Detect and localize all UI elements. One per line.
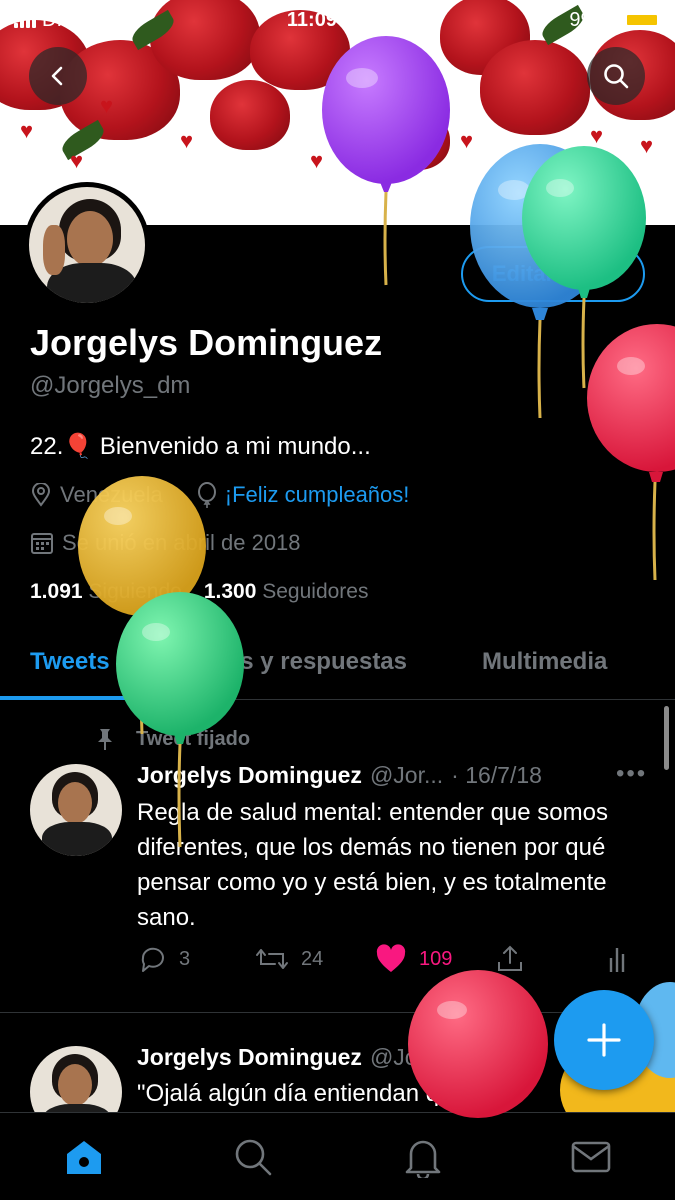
tweet-author-handle: @Jor...: [369, 1044, 444, 1070]
profile-handle: @Jorgelys_dm: [30, 372, 191, 399]
battery-icon: [623, 11, 664, 29]
tab-media[interactable]: Multimedia: [482, 648, 607, 676]
profile-tabs: Tweets Tweets y respuestas Multimedia: [0, 630, 675, 700]
share-button[interactable]: [495, 944, 525, 974]
tweet-header: Jorgelys Dominguez @Jor... · 11/1/: [137, 1044, 515, 1071]
battery-percent: 99 %: [569, 8, 615, 31]
tweet-date: · 11/1/: [451, 1044, 515, 1070]
heart-icon: [376, 944, 406, 972]
signal-icon: [14, 12, 36, 28]
tweet-author-name[interactable]: Jorgelys Dominguez: [137, 762, 362, 789]
retweet-icon: [256, 949, 288, 969]
follow-stats: 1.091 Siguiendo 1.300 Seguidores: [30, 580, 368, 604]
nav-notifications[interactable]: [401, 1135, 445, 1179]
pinned-label: Tweet fijado: [136, 727, 251, 750]
tweet-text: "Ojalá algún día entiendan que lo: [137, 1080, 492, 1107]
plus-icon: [587, 1023, 621, 1057]
bell-icon: [405, 1140, 441, 1178]
pin-icon: [98, 729, 112, 750]
search-icon: [235, 1139, 272, 1176]
more-options-icon[interactable]: •••: [616, 760, 647, 788]
following-link[interactable]: 1.091 Siguiendo: [30, 580, 182, 604]
back-button[interactable]: [29, 47, 87, 105]
joined-date: Se unió en abril de 2018: [62, 530, 301, 555]
tweet-avatar[interactable]: [30, 764, 122, 856]
active-tab-indicator: [0, 696, 150, 700]
tweet-actions: 3 24 109: [137, 944, 637, 984]
profile-avatar[interactable]: [24, 182, 150, 308]
analytics-button[interactable]: [607, 944, 631, 974]
balloon-icon: [197, 482, 216, 508]
scrollbar[interactable]: [664, 706, 669, 770]
birthday-text[interactable]: ¡Feliz cumpleaños!: [225, 482, 410, 508]
nav-messages[interactable]: [569, 1135, 613, 1179]
status-bar: DIGITEL 11:09 a. m. 99 %: [0, 0, 675, 40]
wifi-icon: [125, 12, 148, 27]
like-count: 109: [419, 947, 453, 970]
tweet-date: · 16/7/18: [451, 762, 542, 788]
followers-link[interactable]: 1.300 Seguidores: [204, 580, 369, 604]
retweet-count: 24: [301, 947, 324, 970]
reply-button[interactable]: 3: [137, 944, 190, 974]
tab-tweets-replies[interactable]: Tweets y respuestas: [174, 648, 407, 676]
pinned-label-row: Tweet fijado: [92, 726, 250, 752]
tweet-author-name[interactable]: Jorgelys Dominguez: [137, 1044, 362, 1071]
tab-tweets[interactable]: Tweets: [30, 648, 110, 676]
reply-count: 3: [179, 947, 191, 970]
profile-location: Venezuela: [60, 482, 163, 507]
profile-name: Jorgelys Dominguez: [30, 322, 383, 363]
tweet-header: Jorgelys Dominguez @Jor... · 16/7/18: [137, 762, 542, 789]
tweet-text: Regla de salud mental: entender que somo…: [137, 799, 608, 931]
reply-icon: [141, 947, 164, 972]
like-button[interactable]: 109: [375, 944, 452, 974]
mail-icon: [571, 1141, 611, 1173]
nav-home[interactable]: [62, 1135, 106, 1179]
red-balloon: [587, 324, 675, 581]
compose-tweet-button[interactable]: [554, 990, 654, 1090]
location-pin-icon: [31, 483, 51, 507]
analytics-icon: [609, 948, 625, 972]
tweet-author-handle: @Jor...: [369, 762, 444, 788]
joined-row: Se unió en abril de 2018: [30, 530, 301, 556]
carrier-label: DIGITEL: [42, 8, 120, 31]
chevron-left-icon: [51, 66, 63, 86]
nav-search[interactable]: [231, 1135, 275, 1179]
profile-meta-row: Venezuela ¡Feliz cumpleaños!: [30, 482, 409, 508]
home-icon: [67, 1141, 101, 1174]
share-icon: [498, 945, 522, 971]
edit-profile-button[interactable]: Editar perfil: [461, 246, 645, 302]
profile-bio: 22.🎈 Bienvenido a mi mundo...: [30, 433, 371, 460]
calendar-icon: [31, 533, 53, 554]
retweet-button[interactable]: 24: [255, 944, 323, 974]
search-button[interactable]: [587, 47, 645, 105]
bottom-navigation: [0, 1112, 675, 1200]
search-icon: [604, 64, 629, 89]
